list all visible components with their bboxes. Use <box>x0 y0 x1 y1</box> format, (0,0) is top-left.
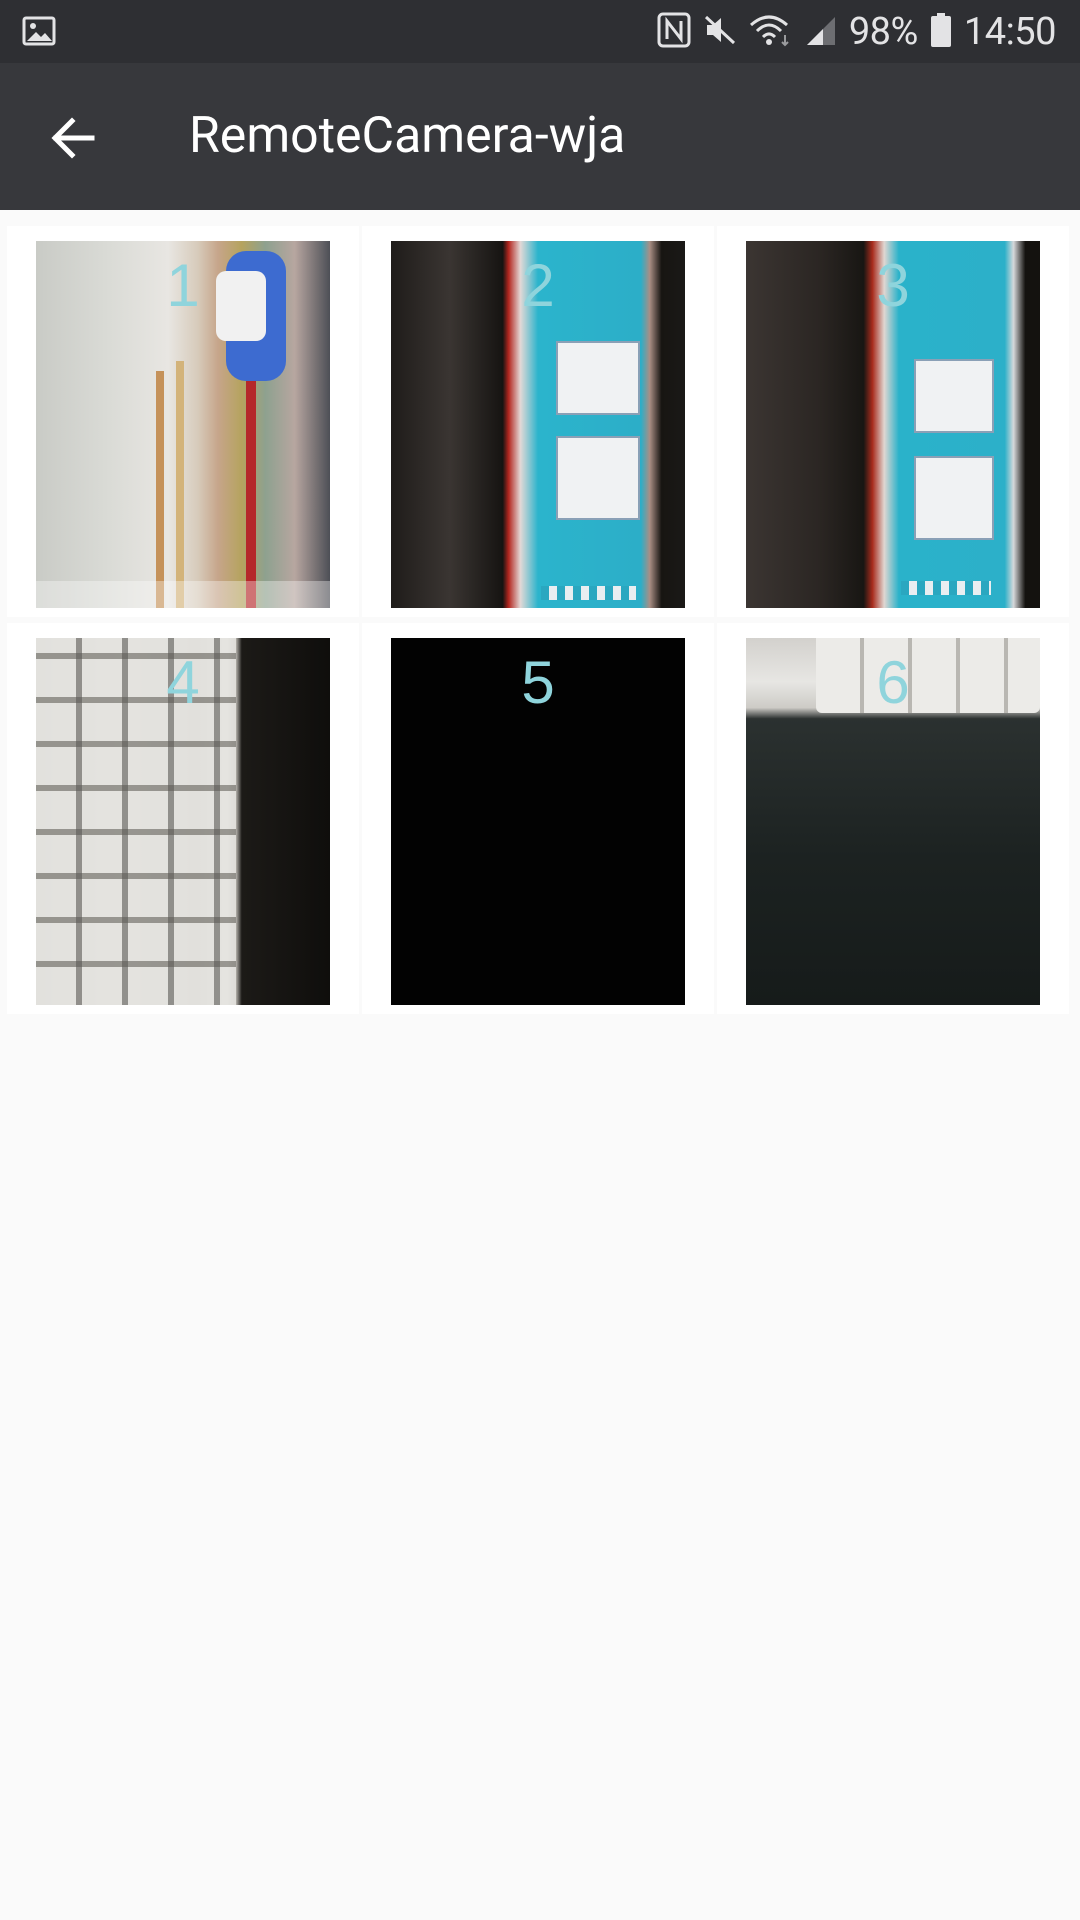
photo-tile-2[interactable]: 2 <box>362 226 714 617</box>
app-bar: RemoteCamera-wja <box>0 63 1080 210</box>
arrow-back-icon <box>51 117 95 159</box>
mute-icon <box>703 13 737 51</box>
status-bar: 98% 14:50 <box>0 0 1080 63</box>
photo-tile-1[interactable]: 1 <box>7 226 359 617</box>
back-button[interactable] <box>38 103 108 173</box>
wifi-icon <box>749 13 793 51</box>
photo-number: 2 <box>521 252 555 319</box>
page-title: RemoteCamera-wja <box>189 107 626 165</box>
photo-tile-5[interactable]: 5 <box>362 623 714 1014</box>
status-icons: 98% 14:50 <box>657 0 1057 63</box>
photo-number: 6 <box>876 649 910 716</box>
photo-number: 4 <box>166 649 200 716</box>
battery-icon <box>930 12 952 52</box>
nfc-icon <box>657 11 691 53</box>
battery-percent: 98% <box>848 9 919 54</box>
signal-icon <box>805 13 837 51</box>
photo-number: 5 <box>521 649 555 716</box>
photo-number: 3 <box>876 252 910 319</box>
photo-tile-6[interactable]: 6 <box>717 623 1069 1014</box>
photo-tile-3[interactable]: 3 <box>717 226 1069 617</box>
photo-number: 1 <box>166 252 200 319</box>
gallery-notification-icon <box>22 14 56 52</box>
clock: 14:50 <box>963 9 1057 54</box>
photo-tile-4[interactable]: 4 <box>7 623 359 1014</box>
